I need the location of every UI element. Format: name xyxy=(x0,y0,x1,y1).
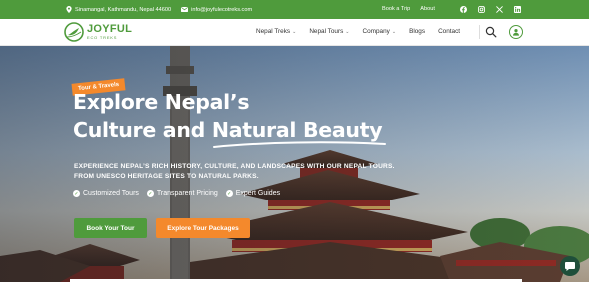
chevron-down-icon: ⌄ xyxy=(345,28,350,35)
check-circle-icon: ✓ xyxy=(225,190,233,197)
logo-name: JOYFUL xyxy=(87,23,133,35)
top-links: Book a Trip About xyxy=(382,6,445,12)
instagram-icon[interactable] xyxy=(477,5,485,13)
book-your-tour-button[interactable]: Book Your Tour xyxy=(74,218,147,238)
explore-tour-packages-button[interactable]: Explore Tour Packages xyxy=(156,218,250,238)
check-circle-icon: ✓ xyxy=(73,190,80,197)
mail-icon xyxy=(181,7,189,12)
nav-blogs[interactable]: Blogs xyxy=(409,28,425,35)
social-links xyxy=(459,5,521,13)
address: Sinamangal, Kathmandu, Nepal 44600 xyxy=(66,6,171,13)
linkedin-icon[interactable] xyxy=(513,5,521,13)
feature-item: ✓ Customized Tours xyxy=(73,190,139,197)
book-trip-link[interactable]: Book a Trip xyxy=(382,6,410,12)
logo-tagline: ECO TREKS xyxy=(87,35,118,40)
hero-subtitle-line1: EXPERIENCE NEPAL’S RICH HISTORY, CULTURE… xyxy=(74,163,395,170)
header-divider xyxy=(479,25,480,39)
email-text[interactable]: info@joyfulecotreks.com xyxy=(191,7,252,13)
hero-title-line1: Explore Nepal’s xyxy=(73,90,250,114)
nav-nepal-treks[interactable]: Nepal Treks ⌄ xyxy=(256,28,296,35)
chevron-down-icon: ⌄ xyxy=(391,28,397,35)
hero-title-line2: Culture and Natural Beauty xyxy=(73,118,383,142)
nav-nepal-tours[interactable]: Nepal Tours ⌄ xyxy=(309,28,349,35)
email[interactable]: info@joyfulecotreks.com xyxy=(181,7,252,13)
site-header: JOYFUL ECO TREKS Nepal Treks ⌄ Nepal Tou… xyxy=(0,19,589,46)
x-icon[interactable] xyxy=(495,5,503,13)
search-icon[interactable] xyxy=(485,26,497,38)
title-underline-swoosh xyxy=(213,141,386,148)
about-link[interactable]: About xyxy=(420,6,435,12)
logo-leaf-icon xyxy=(64,22,84,42)
hero-subtitle-line2: FROM UNESCO HERITAGE SITES TO NATURAL PA… xyxy=(74,173,259,180)
feature-item: ✓ Transparent Pricing xyxy=(146,190,218,197)
chat-bubble-icon xyxy=(565,261,575,271)
user-icon xyxy=(513,29,519,36)
hero-features: ✓ Customized Tours ✓ Transparent Pricing… xyxy=(73,190,280,197)
feature-item: ✓ Expert Guides xyxy=(225,190,281,197)
check-circle-icon: ✓ xyxy=(146,190,154,197)
hero-section: Tour & Travels Explore Nepal’s Culture a… xyxy=(0,46,589,282)
address-text: Sinamangal, Kathmandu, Nepal 44600 xyxy=(75,6,172,13)
location-pin-icon xyxy=(66,6,72,13)
chevron-down-icon: ⌄ xyxy=(292,28,297,35)
main-nav: Nepal Treks ⌄ Nepal Tours ⌄ Company ⌄ Bl… xyxy=(256,28,473,35)
nav-company[interactable]: Company ⌄ xyxy=(363,28,397,35)
account-button[interactable] xyxy=(509,25,523,39)
nav-contact[interactable]: Contact xyxy=(438,28,460,35)
top-info-bar: Sinamangal, Kathmandu, Nepal 44600 info@… xyxy=(0,0,589,19)
logo[interactable]: JOYFUL ECO TREKS xyxy=(64,22,132,42)
chat-button[interactable] xyxy=(560,256,580,276)
contact-info: Sinamangal, Kathmandu, Nepal 44600 info@… xyxy=(66,6,252,13)
facebook-icon[interactable] xyxy=(459,5,467,13)
